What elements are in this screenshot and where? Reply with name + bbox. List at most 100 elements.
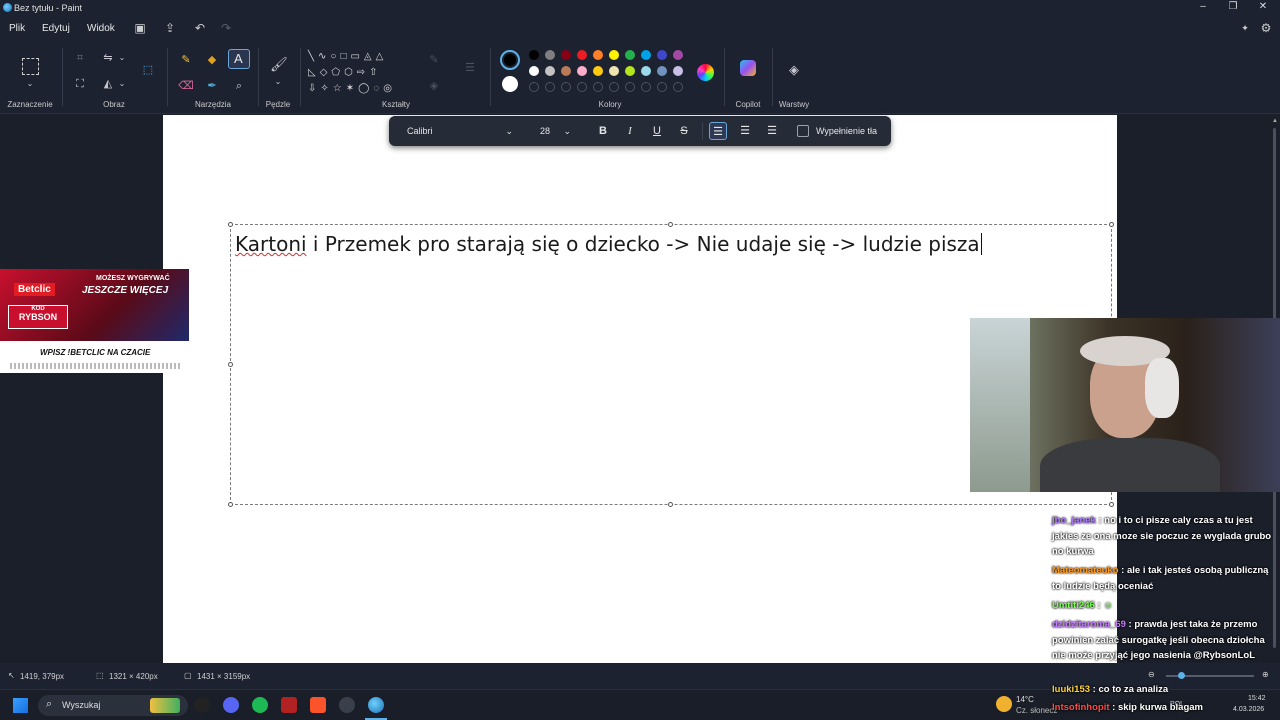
align-center-icon[interactable]: ☰: [736, 122, 754, 140]
custom-color-slot[interactable]: [641, 82, 651, 92]
resize-handle[interactable]: [1109, 502, 1114, 507]
save-icon[interactable]: ▣: [133, 21, 147, 35]
windows-start-icon[interactable]: [13, 698, 28, 713]
primary-color-swatch[interactable]: [500, 50, 520, 70]
chevron-down-icon[interactable]: ⌄: [22, 76, 38, 92]
menu-edit[interactable]: Edytuj: [42, 23, 70, 34]
custom-color-slot[interactable]: [593, 82, 603, 92]
secondary-color-swatch[interactable]: [502, 76, 518, 92]
color-swatch[interactable]: [561, 66, 571, 76]
edit-colors-icon[interactable]: [697, 64, 714, 81]
custom-color-slot[interactable]: [673, 82, 683, 92]
paint-taskbar-icon[interactable]: [368, 697, 384, 713]
color-swatch[interactable]: [593, 66, 603, 76]
italic-button[interactable]: I: [621, 122, 639, 140]
color-swatch[interactable]: [609, 66, 619, 76]
restore-icon[interactable]: ❐: [1218, 0, 1248, 14]
app-icon[interactable]: [194, 697, 210, 713]
text-caret: [980, 233, 982, 255]
align-right-icon[interactable]: ☰: [763, 122, 781, 140]
close-icon[interactable]: ✕: [1248, 0, 1278, 14]
brave-browser-icon[interactable]: [310, 697, 326, 713]
canvas-text[interactable]: Kartoni i Przemek pro starają się o dzie…: [235, 232, 982, 256]
scroll-up-icon[interactable]: ▲: [1272, 118, 1278, 124]
resize-handle[interactable]: [228, 222, 233, 227]
select-rectangle-icon[interactable]: [22, 58, 39, 75]
font-size-select[interactable]: 28 ⌄: [533, 122, 577, 140]
color-swatch[interactable]: [577, 50, 587, 60]
resize-handle[interactable]: [1109, 222, 1114, 227]
voicemeeter-icon[interactable]: [281, 697, 297, 713]
custom-color-slot[interactable]: [577, 82, 587, 92]
custom-color-slot[interactable]: [545, 82, 555, 92]
color-swatch[interactable]: [641, 66, 651, 76]
minimize-icon[interactable]: –: [1188, 0, 1218, 14]
resize-handle[interactable]: [228, 502, 233, 507]
color-swatch[interactable]: [529, 50, 539, 60]
custom-color-slot[interactable]: [657, 82, 667, 92]
resize-handle[interactable]: [228, 362, 233, 367]
obs-icon[interactable]: [339, 697, 355, 713]
color-swatch[interactable]: [545, 66, 555, 76]
strikethrough-button[interactable]: S: [675, 122, 693, 140]
fill-background-checkbox[interactable]: [797, 125, 809, 137]
shapes-gallery[interactable]: ╲∿○□▭◬△ ◺◇⬠⬡⇨⇧ ⇩✧☆✶◯◌◎: [308, 49, 412, 101]
magnifier-icon[interactable]: ⌕: [231, 78, 247, 94]
brush-icon[interactable]: 🖌: [270, 56, 288, 72]
chevron-down-icon[interactable]: ⌄: [114, 76, 130, 92]
color-swatch[interactable]: [625, 66, 635, 76]
shape-size-icon[interactable]: ☰: [462, 60, 478, 76]
redo-icon[interactable]: ↷: [219, 21, 233, 35]
copilot-icon[interactable]: [740, 60, 756, 76]
color-swatch[interactable]: [577, 66, 587, 76]
discord-icon[interactable]: [223, 697, 239, 713]
resize-handle[interactable]: [668, 502, 673, 507]
fill-bucket-icon[interactable]: ◆: [204, 52, 220, 68]
color-swatch[interactable]: [641, 50, 651, 60]
color-swatch[interactable]: [593, 50, 603, 60]
color-swatch[interactable]: [529, 66, 539, 76]
chevron-down-icon[interactable]: ⌄: [114, 50, 130, 66]
color-swatch[interactable]: [561, 50, 571, 60]
group-label-colors: Kolory: [598, 100, 622, 109]
shape-fill-icon[interactable]: ◈: [426, 78, 442, 94]
sparkle-icon[interactable]: ✦: [1238, 21, 1252, 35]
color-swatch[interactable]: [657, 50, 667, 60]
custom-color-slot[interactable]: [625, 82, 635, 92]
remove-background-icon[interactable]: ⛶: [72, 76, 88, 92]
custom-color-slot[interactable]: [561, 82, 571, 92]
color-swatch[interactable]: [609, 50, 619, 60]
shape-outline-icon[interactable]: ✎: [426, 52, 442, 68]
resize-handle[interactable]: [668, 222, 673, 227]
spotify-icon[interactable]: [252, 697, 268, 713]
chevron-down-icon[interactable]: ⌄: [270, 74, 286, 90]
eraser-icon[interactable]: ⌫: [178, 78, 194, 94]
settings-gear-icon[interactable]: ⚙: [1259, 21, 1273, 35]
pencil-icon[interactable]: ✎: [178, 52, 194, 68]
share-icon[interactable]: ⇪: [163, 21, 177, 35]
taskbar-search[interactable]: ⌕ Wyszukaj: [38, 695, 188, 716]
underline-button[interactable]: U: [648, 122, 666, 140]
image-select-icon[interactable]: ⬚: [140, 62, 156, 78]
font-family-select[interactable]: Calibri ⌄: [401, 122, 519, 140]
menu-view[interactable]: Widok: [87, 23, 115, 34]
undo-icon[interactable]: ↶: [193, 21, 207, 35]
custom-color-slot[interactable]: [609, 82, 619, 92]
custom-color-slot[interactable]: [529, 82, 539, 92]
search-highlight-icon: [150, 698, 180, 713]
chat-text-continued: ze ona moze sie poczuc ze wyglada grubo …: [1052, 530, 1272, 558]
menu-file[interactable]: Plik: [9, 23, 25, 34]
crop-icon[interactable]: ⌗: [72, 50, 88, 66]
color-swatch[interactable]: [657, 66, 667, 76]
color-swatch[interactable]: [625, 50, 635, 60]
color-palette: [529, 50, 689, 98]
color-swatch[interactable]: [673, 66, 683, 76]
layers-icon[interactable]: ◈: [786, 62, 802, 78]
ad-fine-print: [10, 363, 180, 369]
text-tool-button[interactable]: A: [228, 49, 250, 69]
bold-button[interactable]: B: [594, 122, 612, 140]
color-swatch[interactable]: [545, 50, 555, 60]
align-left-icon[interactable]: ☰: [709, 122, 727, 140]
color-picker-icon[interactable]: ✒: [204, 78, 220, 94]
color-swatch[interactable]: [673, 50, 683, 60]
